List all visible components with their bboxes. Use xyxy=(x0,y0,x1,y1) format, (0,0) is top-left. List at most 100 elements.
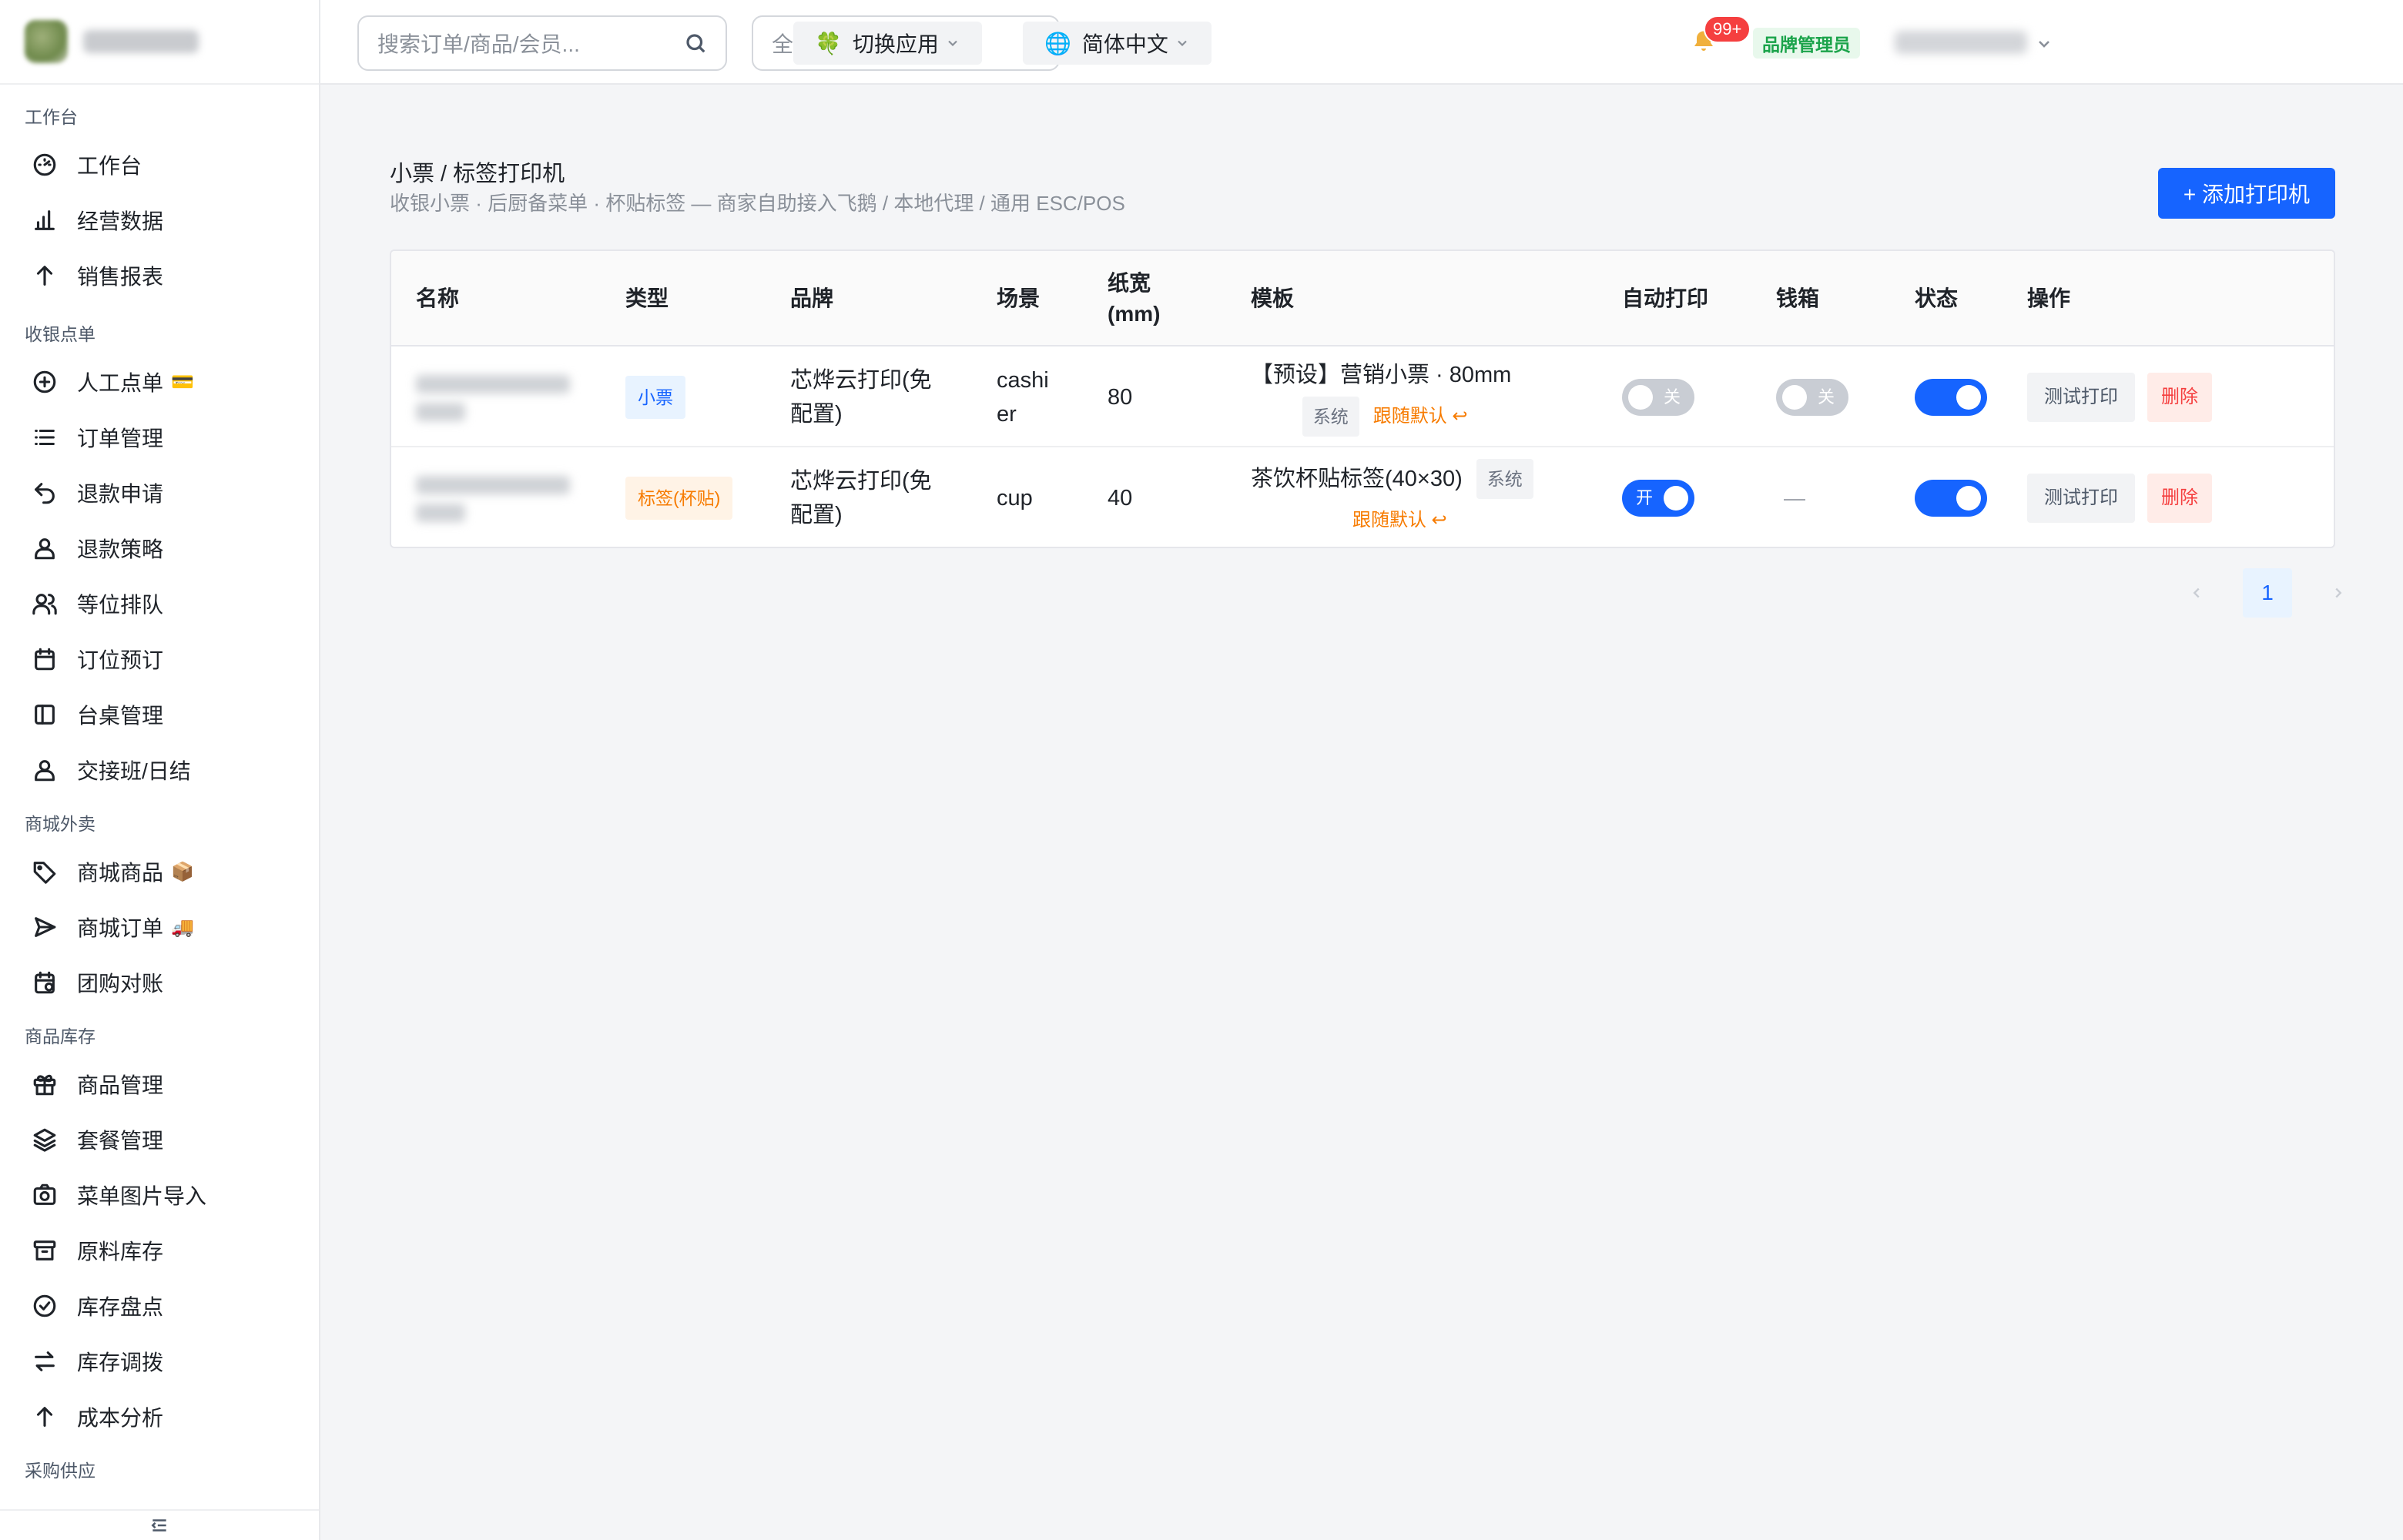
sidebar-group-title: 工作台 xyxy=(25,107,78,127)
delete-button[interactable]: 删除 xyxy=(2147,372,2212,422)
tag-icon xyxy=(31,858,59,886)
dashboard-icon xyxy=(31,151,59,179)
chevron-down-icon xyxy=(948,40,957,47)
list-icon xyxy=(31,424,59,451)
col-name: 名称 xyxy=(416,286,460,310)
sidebar-item-product-management[interactable]: 商品管理 xyxy=(0,1056,319,1112)
globe-icon: 🌐 xyxy=(1044,31,1071,55)
sidebar-item-menu-image-import[interactable]: 菜单图片导入 xyxy=(0,1167,319,1223)
camera-icon xyxy=(31,1181,59,1209)
search-placeholder: 搜索订单/商品/会员... xyxy=(377,32,580,56)
sidebar-item-stocktaking[interactable]: 库存盘点 xyxy=(0,1278,319,1334)
printer-table: 名称 类型 品牌 场景 纸宽 (mm) 模板 自动打印 钱箱 状态 操作 小票 … xyxy=(390,249,2335,548)
arrow-up-icon xyxy=(31,1403,59,1431)
cash-drawer-toggle[interactable]: 关 xyxy=(1776,378,1848,416)
paper-width-cell: 80 xyxy=(1108,384,1133,410)
user-icon xyxy=(31,534,59,562)
sidebar-item-dashboard[interactable]: 工作台 xyxy=(0,137,319,192)
chevron-down-icon xyxy=(1178,40,1187,47)
sidebar-item-table-management[interactable]: 台桌管理 xyxy=(0,687,319,742)
layers-icon xyxy=(31,1126,59,1153)
auto-print-toggle[interactable]: 开 xyxy=(1622,479,1694,517)
sidebar-item-mall-products[interactable]: 商城商品 📦 xyxy=(0,844,319,899)
system-tag: 系统 xyxy=(1302,396,1359,437)
delete-button[interactable]: 删除 xyxy=(2147,473,2212,523)
col-actions: 操作 xyxy=(2027,286,2071,310)
collapse-icon xyxy=(151,1519,166,1532)
col-paper-width: 纸宽 (mm) xyxy=(1108,271,1161,326)
swap-icon xyxy=(31,1348,59,1375)
sidebar-item-business-data[interactable]: 经营数据 xyxy=(0,192,319,248)
sidebar-item-combo-management[interactable]: 套餐管理 xyxy=(0,1112,319,1167)
sidebar-item-queue[interactable]: 等位排队 xyxy=(0,576,319,631)
sidebar-item-refund-policy[interactable]: 退款策略 xyxy=(0,521,319,576)
page-subtitle: 收银小票 · 后厨备菜单 · 杯贴标签 — 商家自助接入飞鹅 / 本地代理 / … xyxy=(390,192,1125,215)
switch-app-button[interactable]: 🍀 切换应用 xyxy=(793,22,982,65)
sidebar-group-title: 商品库存 xyxy=(25,1026,96,1046)
users-icon xyxy=(31,590,59,618)
status-toggle[interactable] xyxy=(1915,479,1987,517)
test-print-button[interactable]: 测试打印 xyxy=(2027,372,2135,422)
template-name[interactable]: 茶饮杯贴标签(40×30) xyxy=(1251,462,1463,496)
table-row: 小票 芯烨云打印(免 配置) cashi er 80 【预设】营销小票 · 80… xyxy=(391,346,2334,447)
card-icon: 💳 xyxy=(171,371,194,393)
page-number-current[interactable]: 1 xyxy=(2243,568,2292,618)
logo-icon xyxy=(25,20,68,63)
global-search-input[interactable]: 搜索订单/商品/会员... xyxy=(357,15,727,71)
truck-icon: 🚚 xyxy=(171,916,194,938)
sidebar: 工作台 工作台 经营数据 销售报表 收银点单 人工点单 💳 订单管理 退款申请 … xyxy=(0,0,320,1540)
sidebar-item-order-management[interactable]: 订单管理 xyxy=(0,410,319,465)
col-auto-print: 自动打印 xyxy=(1622,286,1709,310)
user-menu-toggle[interactable] xyxy=(2035,34,2053,59)
col-brand: 品牌 xyxy=(790,286,834,310)
notification-count-badge: 99+ xyxy=(1704,15,1751,43)
col-scene: 场景 xyxy=(997,286,1041,310)
sidebar-item-cost-analysis[interactable]: 成本分析 xyxy=(0,1389,319,1445)
col-template: 模板 xyxy=(1251,286,1295,310)
sidebar-item-manual-order[interactable]: 人工点单 💳 xyxy=(0,354,319,410)
add-printer-button[interactable]: + 添加打印机 xyxy=(2158,168,2335,219)
pagination: 1 xyxy=(2172,568,2363,618)
next-page-button[interactable] xyxy=(2314,568,2363,618)
archive-icon xyxy=(31,1237,59,1264)
brand-cell: 芯烨云打印(免 配置) xyxy=(790,468,932,527)
table-row: 标签(杯贴) 芯烨云打印(免 配置) cup 40 茶饮杯贴标签(40×30) … xyxy=(391,447,2334,547)
cash-drawer-empty: — xyxy=(1784,485,1805,510)
clover-icon: 🍀 xyxy=(815,31,842,55)
sidebar-item-shift-handover[interactable]: 交接班/日结 xyxy=(0,742,319,798)
sidebar-item-refund-request[interactable]: 退款申请 xyxy=(0,465,319,521)
printer-name-blurred xyxy=(416,346,570,447)
sidebar-item-mall-orders[interactable]: 商城订单 🚚 xyxy=(0,899,319,955)
calendar-icon xyxy=(31,645,59,673)
language-switch-button[interactable]: 🌐 简体中文 xyxy=(1023,22,1212,65)
follow-default-link[interactable]: 跟随默认 ↩ xyxy=(1352,504,1447,537)
brand-name-blurred xyxy=(83,30,199,53)
chevron-right-icon xyxy=(2335,588,2342,598)
template-name[interactable]: 【预设】营销小票 · 80mm xyxy=(1251,358,1511,392)
arrow-up-icon xyxy=(31,262,59,290)
sidebar-group-title: 收银点单 xyxy=(25,324,96,344)
send-icon xyxy=(31,913,59,941)
follow-default-link[interactable]: 跟随默认 ↩ xyxy=(1373,400,1468,434)
brand-logo[interactable] xyxy=(0,0,319,85)
status-toggle[interactable] xyxy=(1915,378,1987,416)
sidebar-item-material-stock[interactable]: 原料库存 xyxy=(0,1223,319,1278)
gift-icon xyxy=(31,1070,59,1098)
prev-page-button[interactable] xyxy=(2172,568,2221,618)
sidebar-item-sales-report[interactable]: 销售报表 xyxy=(0,248,319,303)
user-name-blurred[interactable] xyxy=(1895,31,2027,54)
search-icon[interactable] xyxy=(684,32,707,55)
sidebar-item-stock-transfer[interactable]: 库存调拨 xyxy=(0,1334,319,1389)
col-status: 状态 xyxy=(1915,286,1959,310)
sidebar-collapse-button[interactable] xyxy=(0,1509,319,1540)
col-type: 类型 xyxy=(625,286,669,310)
user-icon xyxy=(31,756,59,784)
test-print-button[interactable]: 测试打印 xyxy=(2027,473,2135,523)
auto-print-toggle[interactable]: 关 xyxy=(1622,378,1694,416)
sidebar-item-groupbuy-reconcile[interactable]: 团购对账 xyxy=(0,955,319,1010)
printer-name-blurred xyxy=(416,447,570,547)
chevron-down-icon xyxy=(2039,41,2049,48)
system-tag: 系统 xyxy=(1476,458,1533,499)
sidebar-item-reservation[interactable]: 订位预订 xyxy=(0,631,319,687)
chevron-left-icon xyxy=(2193,588,2200,598)
